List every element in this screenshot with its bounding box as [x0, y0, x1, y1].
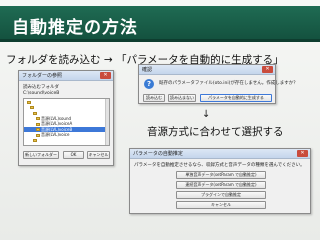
- confirm-dialog: 確認 ✕ ? 既存のパラメータファイル(oto.ini)が存在しません。作成しま…: [138, 64, 298, 104]
- confirm-dialog-titlebar: 確認 ✕: [139, 65, 275, 75]
- method-cancel-button[interactable]: キャンセル: [176, 201, 266, 209]
- auto-generate-params-button[interactable]: パラメータを自動的に生成する: [200, 94, 272, 102]
- slide-title: 自動推定の方法: [12, 18, 138, 38]
- single-sound-estimate-button[interactable]: 単独音声データ(setParam で自動推定): [176, 171, 266, 179]
- folder-icon: [36, 133, 40, 137]
- method-dialog-message: パラメータを自動推定させるなら、収録方式と音声データの種類を選んでください。: [134, 163, 305, 168]
- confirm-dialog-title: 確認: [142, 67, 153, 73]
- plugin-estimate-button[interactable]: プラグインで自動推定: [176, 191, 266, 199]
- folder-icon: [36, 128, 40, 131]
- folder-dialog-path: C:\sound\voiceB: [23, 91, 60, 96]
- folder-icon: [33, 111, 37, 115]
- folder-browse-dialog: フォルダーの参照 ✕ 読み込むフォルダ C:\sound\voiceB 音源(L…: [18, 70, 114, 166]
- down-arrow: ↓: [202, 109, 211, 120]
- tree-item[interactable]: [24, 138, 109, 144]
- folder-dialog-title: フォルダーの参照: [22, 73, 63, 79]
- close-icon[interactable]: ✕: [297, 150, 308, 157]
- load-button[interactable]: 読み込む: [143, 94, 165, 102]
- close-icon[interactable]: ✕: [100, 72, 111, 79]
- folder-icon: [27, 100, 31, 104]
- folder-icon: [36, 117, 40, 120]
- method-dialog-titlebar: パラメータの自動推定 ✕: [130, 149, 310, 159]
- question-icon: ?: [144, 79, 154, 89]
- tree-scrollbar[interactable]: [105, 99, 109, 145]
- folder-dialog-message: 読み込むフォルダ: [23, 85, 59, 90]
- ok-button[interactable]: OK: [63, 151, 84, 159]
- folder-icon: [33, 139, 37, 142]
- estimation-method-dialog: パラメータの自動推定 ✕ パラメータを自動推定させるなら、収録方式と音声データの…: [129, 148, 311, 214]
- folder-dialog-buttons: 新しいフォルダー OK キャンセル: [23, 151, 110, 161]
- method-dialog-title: パラメータの自動推定: [133, 151, 183, 157]
- folder-icon: [30, 106, 34, 109]
- slide: 自動推定の方法 フォルダを読み込む → 「パラメータを自動的に生成する」 フォル…: [0, 0, 320, 240]
- close-icon[interactable]: ✕: [262, 66, 273, 73]
- folder-tree[interactable]: 音源(LVL)sound 音源(LVL)voiceA 音源(LVL)voiceB…: [23, 98, 110, 146]
- cancel-button[interactable]: キャンセル: [87, 151, 110, 159]
- step2-text: 音源方式に合わせて選択する: [147, 126, 284, 138]
- confirm-dialog-message: 既存のパラメータファイル(oto.ini)が存在しません。作成しますか？: [159, 81, 298, 86]
- new-folder-button[interactable]: 新しいフォルダー: [23, 151, 59, 159]
- continuous-sound-estimate-button[interactable]: 連続音声データ(setParam で自動推定): [176, 181, 266, 189]
- dont-load-button[interactable]: 読み込まない: [168, 94, 196, 102]
- folder-dialog-titlebar: フォルダーの参照 ✕: [19, 71, 113, 81]
- title-bar: 自動推定の方法: [0, 6, 320, 42]
- folder-icon: [36, 122, 40, 126]
